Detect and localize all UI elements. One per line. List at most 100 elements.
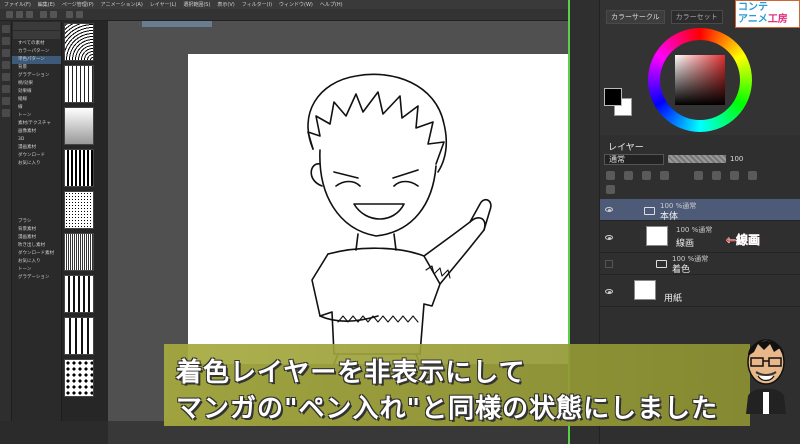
menu-selection[interactable]: 選択範囲(S) — [183, 1, 210, 8]
layer-name: 用紙 — [664, 294, 683, 304]
layer-name: 着色 — [672, 265, 691, 275]
opacity-slider[interactable] — [668, 155, 726, 163]
tree-item[interactable]: 効果線 — [12, 88, 61, 96]
tree-item[interactable]: ダウンロード素材 — [12, 250, 61, 258]
tree-item[interactable]: お気に入り — [12, 258, 61, 266]
swatch-large-dots[interactable] — [64, 359, 94, 397]
layer-mode: 100 %通常 — [676, 226, 713, 234]
tree-item-selected[interactable]: 単色パターン — [12, 56, 61, 64]
tool-icon[interactable] — [2, 73, 10, 81]
delete-layer-icon[interactable] — [660, 171, 669, 180]
save-icon[interactable] — [26, 11, 33, 18]
layer-thumbnail — [634, 280, 656, 300]
menu-help[interactable]: ヘルプ(H) — [320, 1, 343, 8]
new-folder-icon[interactable] — [642, 171, 651, 180]
swatch-lines[interactable] — [64, 275, 94, 313]
material-swatch-list — [62, 21, 108, 421]
swatch-concentric-lines[interactable] — [64, 23, 94, 61]
swatch-stripes[interactable] — [64, 149, 94, 187]
saturation-value-square[interactable] — [675, 55, 725, 105]
subtitle-line2: マンガの"ペン入れ"と同様の状態にしました — [176, 394, 719, 424]
menu-layer[interactable]: レイヤー(L) — [150, 1, 177, 8]
opacity-value[interactable]: 100 — [730, 155, 743, 163]
tree-item[interactable]: 柄/効果 — [12, 80, 61, 88]
blend-mode-select[interactable]: 通常 — [604, 153, 664, 165]
swatch-fine-lines[interactable] — [64, 233, 94, 271]
material-tree-panel: すべての素材 カラーパターン 単色パターン 背景 グラデーション 柄/効果 効果… — [12, 21, 62, 421]
eye-icon[interactable] — [605, 207, 613, 212]
tree-item[interactable]: お気に入り — [12, 160, 61, 168]
swatch-gradient[interactable] — [64, 107, 94, 145]
tool-icon[interactable] — [2, 37, 10, 45]
presenter-avatar — [746, 339, 786, 414]
clip-icon[interactable] — [730, 171, 739, 180]
layer-row-color-folder[interactable]: 100 %通常 着色 — [600, 253, 800, 275]
lineart-character — [307, 73, 492, 365]
layer-row-lineart[interactable]: 100 %通常 線画 — [600, 221, 800, 253]
color-wheel[interactable] — [648, 28, 752, 132]
redo-icon[interactable] — [50, 11, 57, 18]
layer-menu-icon[interactable] — [606, 185, 615, 194]
tree-item[interactable]: カラーパターン — [12, 48, 61, 56]
tool-icon[interactable] — [2, 109, 10, 117]
tree-item[interactable]: 漫画素材 — [12, 144, 61, 152]
layer-property-row: 通常 100 — [604, 152, 796, 166]
new-raster-layer-icon[interactable] — [606, 171, 615, 180]
tree-item[interactable]: 線 — [12, 104, 61, 112]
tree-item[interactable]: 背景素材 — [12, 226, 61, 234]
tree-item[interactable]: トーン — [12, 112, 61, 120]
tree-item[interactable]: すべての素材 — [12, 40, 61, 48]
swatch-vertical-gradient-lines[interactable] — [64, 65, 94, 103]
clear-icon[interactable] — [66, 11, 73, 18]
transform-icon[interactable] — [76, 11, 83, 18]
menu-animation[interactable]: アニメーション(A) — [101, 1, 143, 8]
tree-item[interactable]: 3D — [12, 136, 61, 144]
tree-item[interactable]: トーン — [12, 266, 61, 274]
drawing-canvas[interactable] — [188, 54, 568, 365]
panel-header — [13, 31, 60, 39]
tool-icon[interactable] — [2, 85, 10, 93]
eye-hidden-icon[interactable] — [605, 260, 613, 268]
eye-icon[interactable] — [605, 289, 613, 294]
menu-file[interactable]: ファイル(F) — [4, 1, 31, 8]
eye-icon[interactable] — [605, 235, 613, 240]
lock-icon[interactable] — [712, 171, 721, 180]
document-tab[interactable] — [142, 21, 212, 27]
tree-item[interactable]: 素材/テクスチャ — [12, 120, 61, 128]
tree-item[interactable]: 漫画素材 — [12, 234, 61, 242]
layer-row-body-folder[interactable]: 100 %通常 本体 — [600, 199, 800, 222]
new-vector-layer-icon[interactable] — [624, 171, 633, 180]
tool-icon[interactable] — [2, 97, 10, 105]
undo-icon[interactable] — [40, 11, 47, 18]
open-icon[interactable] — [16, 11, 23, 18]
tab-color-set[interactable]: カラーセット — [670, 10, 723, 24]
logo-line2: アニメ工房 — [738, 14, 788, 26]
tree-item[interactable]: 吹き出し素材 — [12, 242, 61, 250]
tab-color-wheel[interactable]: カラーサークル — [606, 10, 665, 24]
swatch-lines[interactable] — [64, 317, 94, 355]
menu-filter[interactable]: フィルター(I) — [242, 1, 272, 8]
tree-item[interactable]: グラデーション — [12, 274, 61, 282]
tool-icon[interactable] — [2, 25, 10, 33]
tool-icon[interactable] — [2, 61, 10, 69]
layer-thumbnail — [646, 226, 668, 246]
menu-edit[interactable]: 編集(E) — [38, 1, 55, 8]
tree-item[interactable]: ブラシ — [12, 218, 61, 226]
swatch-dots[interactable] — [64, 191, 94, 229]
tree-item[interactable]: 縦線 — [12, 96, 61, 104]
tree-item[interactable]: グラデーション — [12, 72, 61, 80]
foreground-color-swatch[interactable] — [604, 88, 622, 106]
menu-view[interactable]: 表示(V) — [217, 1, 234, 8]
annotation-label: ←線画 — [726, 233, 761, 247]
tree-item[interactable]: 背景 — [12, 64, 61, 72]
menu-window[interactable]: ウィンドウ(W) — [279, 1, 313, 8]
tree-item[interactable]: ダウンロード — [12, 152, 61, 160]
folder-icon — [656, 260, 667, 268]
new-icon[interactable] — [6, 11, 13, 18]
mask-icon[interactable] — [694, 171, 703, 180]
menu-page[interactable]: ページ管理(P) — [62, 1, 94, 8]
tree-item[interactable]: 画像素材 — [12, 128, 61, 136]
reference-icon[interactable] — [748, 171, 757, 180]
layer-row-paper[interactable]: 用紙 — [600, 275, 800, 307]
tool-icon[interactable] — [2, 49, 10, 57]
